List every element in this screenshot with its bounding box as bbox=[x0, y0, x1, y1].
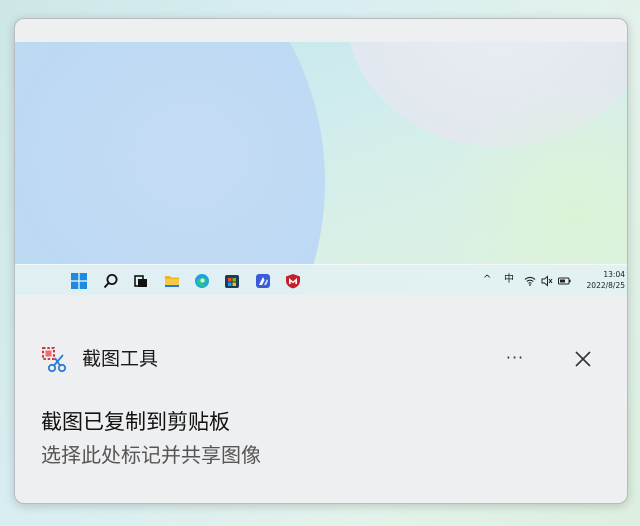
notification-body: 选择此处标记并共享图像 bbox=[41, 442, 261, 468]
search-icon bbox=[103, 273, 119, 289]
battery-icon bbox=[558, 275, 571, 287]
notification-toast[interactable]: ^ 中 13:04 2022/8/ bbox=[14, 18, 628, 504]
wifi-icon bbox=[524, 275, 536, 287]
ime-indicator: 中 bbox=[504, 274, 514, 286]
mcafee-icon bbox=[285, 273, 301, 289]
taskbar-clock: 13:04 2022/8/25 bbox=[573, 269, 625, 291]
screenshot-preview[interactable]: ^ 中 13:04 2022/8/ bbox=[15, 42, 627, 295]
clock-time: 13:04 bbox=[573, 269, 625, 280]
file-explorer-icon bbox=[164, 273, 180, 289]
volume-muted-icon bbox=[541, 275, 553, 287]
tray-overflow-chevron: ^ bbox=[483, 274, 491, 286]
wallpaper-shape bbox=[15, 42, 325, 295]
snipping-tool-icon bbox=[41, 346, 69, 374]
edge-icon bbox=[194, 273, 210, 289]
clock-date: 2022/8/25 bbox=[573, 280, 625, 291]
close-icon[interactable] bbox=[571, 347, 595, 371]
notification-title: 截图已复制到剪贴板 bbox=[41, 409, 230, 435]
notification-header: 截图工具 ··· bbox=[15, 341, 627, 375]
taskbar-preview: ^ 中 13:04 2022/8/ bbox=[15, 264, 627, 295]
more-options-button[interactable]: ··· bbox=[501, 346, 529, 370]
windows-start-icon bbox=[71, 273, 87, 289]
app-icon bbox=[255, 273, 271, 289]
app-name: 截图工具 bbox=[82, 347, 158, 371]
task-view-icon bbox=[133, 273, 149, 289]
store-icon bbox=[224, 273, 240, 289]
